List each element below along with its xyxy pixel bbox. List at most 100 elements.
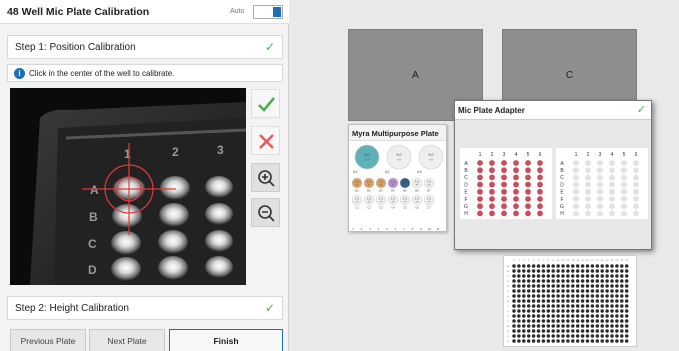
- mic-well: [573, 203, 579, 210]
- plate-well: [590, 269, 595, 273]
- plate-well: [541, 294, 546, 298]
- plate-well: [600, 289, 604, 293]
- plate-well: [590, 284, 595, 288]
- accept-button[interactable]: [251, 89, 280, 118]
- plate-well: [546, 264, 551, 268]
- mic-well: [513, 160, 519, 166]
- zoom-in-button[interactable]: [251, 163, 280, 192]
- plate-well: [522, 284, 526, 288]
- plate-well: [600, 264, 604, 268]
- row-letter: I: [508, 306, 509, 308]
- mic-well: [621, 160, 627, 166]
- plate-well: [571, 289, 575, 293]
- plate-well: [580, 334, 585, 338]
- plate-well: [566, 304, 570, 308]
- column-number: 2: [491, 152, 494, 158]
- plate-well: [595, 269, 600, 273]
- step-height-calibration[interactable]: Step 2: Height Calibration ✓: [7, 296, 283, 320]
- plate-well: [620, 284, 624, 288]
- plate-well: [615, 299, 619, 303]
- plate-well: [624, 334, 629, 338]
- mic-well: [573, 174, 579, 181]
- plate-well: [522, 274, 526, 278]
- plate-well: [561, 329, 565, 333]
- plate-well: [522, 324, 526, 328]
- plate-well: [615, 274, 619, 278]
- mic-well: [525, 174, 531, 181]
- plate-well: [600, 334, 604, 338]
- plate-well: [605, 329, 609, 333]
- plate-well: [624, 329, 629, 333]
- plate-well: [512, 294, 516, 298]
- plate-well: [512, 329, 516, 333]
- mic-well: [609, 167, 615, 174]
- mic-well: [513, 167, 519, 174]
- plate-well: [605, 269, 609, 273]
- mic-well: [633, 188, 639, 195]
- next-plate-button[interactable]: Next Plate: [89, 329, 165, 351]
- camera-row-c: C: [88, 237, 97, 251]
- plate-well: [517, 274, 521, 278]
- plate-384-well[interactable]: 1 2 3 4 5 6 7 8 9 10 11 12 13 14 15 16 17 18 19 20 21 22 23 24 A…: [503, 255, 637, 347]
- mic-well: [585, 174, 591, 181]
- plate-well: [610, 324, 614, 328]
- plate-well: [575, 294, 580, 298]
- mic-plate-adapter-window[interactable]: Mic Plate Adapter ✓ 123456ABCDEFGH 12345…: [454, 100, 652, 250]
- mic-plate-right[interactable]: 1 2 3 4 5 6 ABCDEFGH: [556, 148, 648, 219]
- plate-well: [551, 319, 555, 323]
- plate-well: [561, 304, 565, 308]
- mic-well: [597, 188, 603, 195]
- row-letter: A: [507, 265, 509, 268]
- plate-well: [531, 269, 536, 273]
- step-position-calibration[interactable]: Step 1: Position Calibration ✓: [7, 35, 283, 59]
- mic-well: [633, 160, 639, 166]
- mic-well: [489, 174, 495, 181]
- finish-button[interactable]: Finish: [169, 329, 283, 351]
- myra-multipurpose-plate[interactable]: Myra Multipurpose Plate 5.0 ml A1 5.0 ml A2 5.…: [348, 124, 447, 232]
- plate-well: [566, 324, 570, 328]
- auto-toggle[interactable]: [253, 5, 283, 19]
- mic-well: [525, 210, 531, 217]
- row-letter: B: [464, 168, 468, 174]
- plate-well: [512, 334, 516, 338]
- plate-well: [585, 329, 590, 333]
- mic-plate-left[interactable]: 1 2 3 4 5 6 ABCDEFGH: [460, 148, 552, 219]
- column-number: 4: [528, 260, 530, 262]
- plate-well: [615, 264, 619, 268]
- plate-well: [531, 319, 536, 323]
- camera-view[interactable]: 1 2 3 A B C D: [10, 88, 246, 285]
- plate-well: [600, 294, 604, 298]
- previous-plate-button[interactable]: Previous Plate: [10, 329, 86, 351]
- plate-well: [517, 314, 521, 318]
- column-number: 4: [611, 152, 614, 158]
- plate-well: [571, 304, 575, 308]
- plate-well: [546, 334, 551, 338]
- row-letter: H: [464, 211, 468, 217]
- plate-well: [615, 304, 619, 308]
- plate-well: [580, 264, 585, 268]
- plate-well: [517, 289, 521, 293]
- mic-well: [597, 181, 603, 188]
- column-number: 15: [581, 260, 584, 262]
- plate-well: [595, 294, 600, 298]
- plate-well: [620, 319, 624, 323]
- row-letter: P: [507, 341, 509, 343]
- reject-button[interactable]: [251, 126, 280, 155]
- plate-well: [531, 314, 536, 318]
- plate-well: [522, 294, 526, 298]
- mic-well: [501, 181, 507, 188]
- mic-well: [597, 196, 603, 202]
- plate-well: [522, 319, 526, 323]
- column-number: 1: [575, 152, 578, 158]
- plate-well: [561, 314, 565, 318]
- plate-well: [517, 309, 521, 313]
- mic-well: [537, 181, 543, 188]
- plate-well: [615, 309, 619, 313]
- plate-well: [556, 339, 560, 343]
- zoom-out-button[interactable]: [251, 198, 280, 227]
- plate-well: [541, 329, 546, 333]
- plate-well: [546, 289, 551, 293]
- plate-well: [531, 334, 536, 338]
- deck-label-a: A: [412, 70, 419, 81]
- plate-well: [605, 309, 609, 313]
